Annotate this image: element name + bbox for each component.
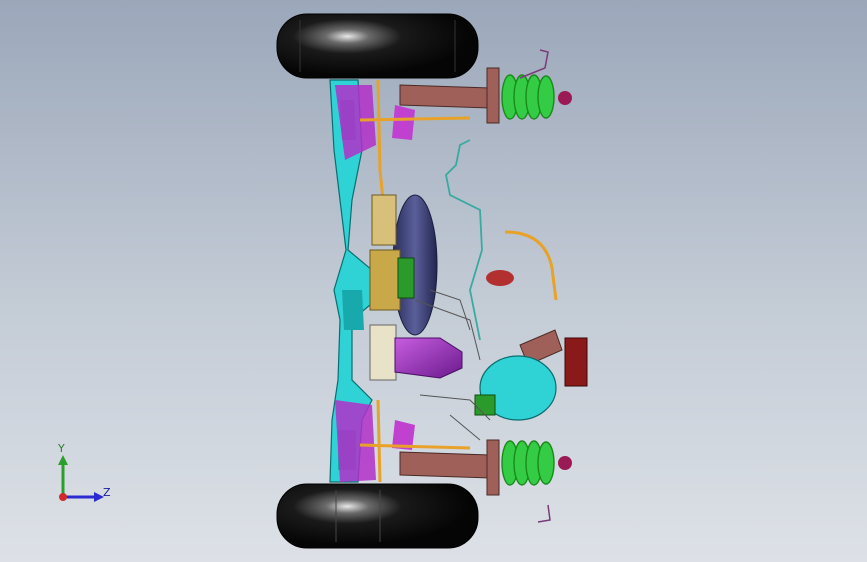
brake-hose — [445, 139, 483, 341]
top-coil-spring — [501, 74, 555, 120]
sensor-wire-bottom — [537, 504, 551, 523]
axis-z-label: Z — [103, 486, 111, 499]
axis-triad — [58, 455, 104, 502]
axis-y-label: Y — [58, 442, 65, 455]
cad-viewport[interactable]: Y Z — [0, 0, 867, 562]
sensor-wire-top — [519, 49, 549, 79]
bottom-tire — [276, 483, 479, 549]
catalytic-converter — [394, 337, 463, 379]
bottom-coil-spring — [501, 440, 555, 486]
green-bracket — [474, 394, 496, 416]
chassis-model — [58, 13, 588, 549]
top-tire — [276, 13, 479, 79]
